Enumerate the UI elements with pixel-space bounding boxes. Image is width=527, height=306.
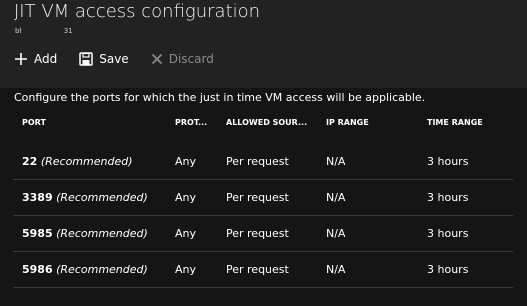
page-title: JIT VM access configuration — [14, 1, 261, 22]
allowed-source-cell: Per request — [226, 263, 289, 276]
ip-range-cell: N/A — [326, 263, 346, 276]
discard-button[interactable]: Discard — [151, 52, 214, 66]
content-pane: Configure the ports for which the just i… — [0, 88, 527, 306]
port-recommended-note: (Recommended) — [56, 263, 148, 276]
add-button[interactable]: Add — [14, 52, 57, 66]
table-row[interactable]: 3389 (Recommended) Any Per request N/A 3… — [13, 180, 526, 216]
allowed-source-cell: Per request — [226, 227, 289, 240]
column-header-port[interactable]: PORT — [22, 118, 162, 127]
table-row[interactable]: 22 (Recommended) Any Per request N/A 3 h… — [13, 144, 526, 180]
x-icon — [151, 53, 162, 65]
port-recommended-note: (Recommended) — [40, 155, 133, 168]
ip-range-cell: N/A — [326, 227, 346, 240]
column-header-time-range[interactable]: TIME RANGE — [427, 118, 507, 127]
scrollbar[interactable] — [523, 88, 527, 306]
port-cell: 5985 (Recommended) — [22, 227, 162, 240]
port-cell: 5986 (Recommended) — [22, 263, 162, 276]
column-header-protocol[interactable]: PROT... — [175, 118, 215, 127]
port-number: 5985 — [22, 227, 53, 240]
port-recommended-note: (Recommended) — [56, 227, 148, 240]
port-recommended-note: (Recommended) — [56, 191, 148, 204]
time-range-cell: 3 hours — [427, 155, 469, 168]
save-button-label: Save — [99, 52, 129, 66]
port-number: 5986 — [22, 263, 53, 276]
allowed-source-cell: Per request — [226, 191, 289, 204]
plus-icon — [15, 53, 27, 65]
protocol-cell: Any — [175, 263, 197, 276]
discard-button-label: Discard — [168, 52, 214, 66]
time-range-cell: 3 hours — [427, 263, 469, 276]
floppy-disk-icon — [79, 52, 93, 66]
port-number: 3389 — [22, 191, 53, 204]
ip-range-cell: N/A — [326, 191, 346, 204]
description-text: Configure the ports for which the just i… — [14, 91, 426, 104]
column-header-ip-range[interactable]: IP RANGE — [326, 118, 416, 127]
table-row[interactable]: 5985 (Recommended) Any Per request N/A 3… — [13, 216, 526, 252]
time-range-cell: 3 hours — [427, 191, 469, 204]
save-button[interactable]: Save — [79, 52, 129, 66]
add-button-label: Add — [34, 52, 58, 66]
allowed-source-cell: Per request — [226, 155, 289, 168]
port-cell: 22 (Recommended) — [22, 155, 162, 168]
protocol-cell: Any — [175, 155, 197, 168]
port-cell: 3389 (Recommended) — [22, 191, 162, 204]
command-bar: Add Save Discard — [14, 48, 236, 70]
port-number: 22 — [22, 155, 38, 168]
protocol-cell: Any — [175, 191, 197, 204]
blade-header: JIT VM access configuration bł 31 Add Sa… — [0, 0, 527, 88]
ip-range-cell: N/A — [326, 155, 346, 168]
table-row[interactable]: 5986 (Recommended) Any Per request N/A 3… — [13, 252, 526, 288]
protocol-cell: Any — [175, 227, 197, 240]
page-subtitle: bł 31 — [15, 27, 73, 35]
table-header: PORT PROT... ALLOWED SOUR... IP RANGE TI… — [0, 118, 527, 134]
column-header-allowed-source[interactable]: ALLOWED SOUR... — [226, 118, 316, 127]
time-range-cell: 3 hours — [427, 227, 469, 240]
